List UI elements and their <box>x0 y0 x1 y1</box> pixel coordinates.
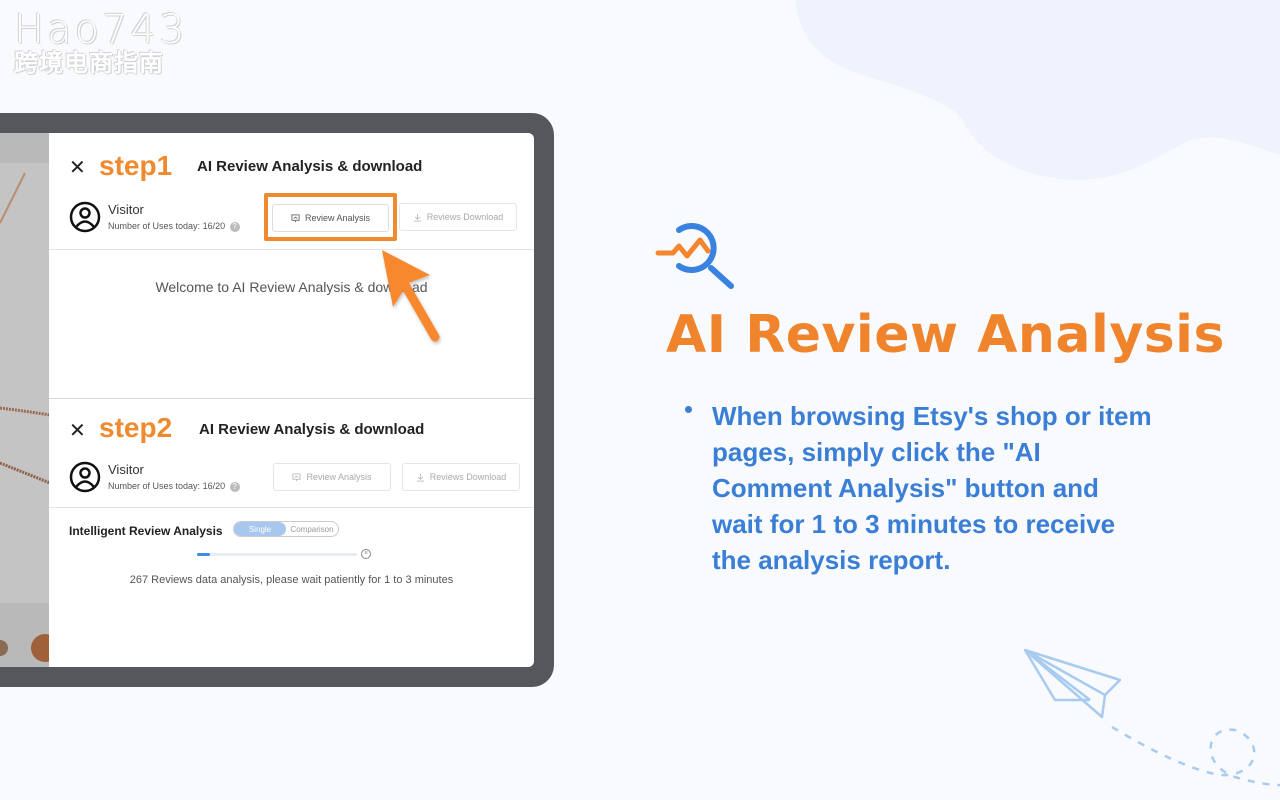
welcome-text: Welcome to AI Review Analysis & download <box>155 279 428 295</box>
download-icon <box>416 473 424 482</box>
user-avatar-icon <box>69 461 101 493</box>
close-icon[interactable]: ✕ <box>69 155 86 179</box>
review-analysis-label: Review Analysis <box>306 472 372 482</box>
panel-title: AI Review Analysis & download <box>197 158 423 175</box>
reviews-download-label: Reviews Download <box>426 212 504 222</box>
reviews-download-button[interactable]: Reviews Download <box>402 463 520 491</box>
paper-plane-icon <box>1023 648 1280 787</box>
user-name: Visitor <box>108 462 144 477</box>
divider <box>49 249 534 250</box>
step1-panel: ✕ step1 AI Review Analysis & download Vi… <box>49 133 534 398</box>
progress-fill <box>197 553 210 556</box>
step2-panel: ✕ step2 AI Review Analysis & download Vi… <box>49 398 534 667</box>
close-icon[interactable]: ✕ <box>69 418 86 442</box>
watermark-line1: Hao743 <box>14 7 188 53</box>
pointer-arrow-icon <box>382 250 440 342</box>
highlight-box <box>264 193 397 241</box>
watermark-line2: 跨境电商指南 <box>14 50 164 77</box>
uses-label: Number of Uses today: <box>108 481 201 491</box>
cancel-icon[interactable]: × <box>361 549 371 559</box>
download-icon <box>413 213 421 222</box>
mode-toggle: Single Comparison <box>233 521 339 537</box>
help-icon[interactable]: ? <box>229 221 240 232</box>
step1-label: step1 <box>99 150 173 181</box>
uses-label: Number of Uses today: <box>108 221 201 231</box>
review-analysis-button[interactable]: Review Analysis <box>273 463 391 491</box>
reviews-download-label: Reviews Download <box>429 472 507 482</box>
bullet-icon <box>685 406 692 413</box>
divider <box>49 507 534 508</box>
panel-title: AI Review Analysis & download <box>199 421 425 438</box>
mode-option-comparison[interactable]: Comparison <box>286 522 338 536</box>
uses-value: 16/20 <box>202 481 226 491</box>
user-avatar-icon <box>69 201 101 233</box>
step2-label: step2 <box>99 412 173 443</box>
feature-description: When browsing Etsy's shop or item pages,… <box>712 401 1152 575</box>
analysis-magnifier-icon <box>655 223 734 289</box>
uses-value: 16/20 <box>202 221 226 231</box>
mode-option-single[interactable]: Single <box>234 522 286 536</box>
watermark: Hao743 跨境电商指南 <box>14 10 187 76</box>
reviews-download-button[interactable]: Reviews Download <box>399 203 517 231</box>
uses-today: Number of Uses today: 16/20 ? <box>108 221 240 232</box>
analysis-progress-bar <box>197 553 357 556</box>
section-title: Intelligent Review Analysis <box>69 524 223 538</box>
feature-title: AI Review Analysis <box>666 305 1225 365</box>
help-icon[interactable]: ? <box>229 481 240 492</box>
wait-message: 267 Reviews data analysis, please wait p… <box>129 574 454 586</box>
uses-today: Number of Uses today: 16/20 ? <box>108 481 240 492</box>
product-image-background <box>0 133 50 667</box>
presentation-icon <box>292 472 302 481</box>
user-name: Visitor <box>108 202 144 217</box>
